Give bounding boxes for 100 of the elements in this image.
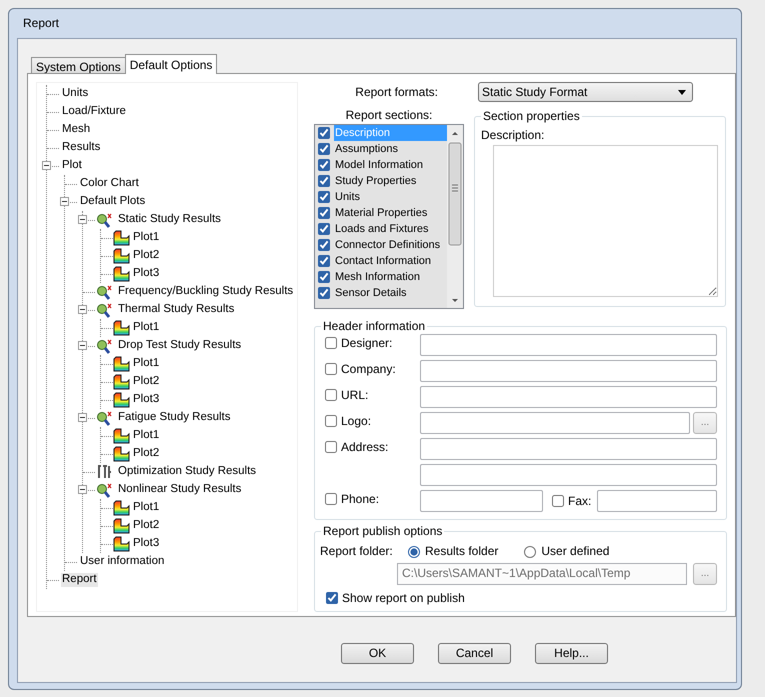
field-label: Phone: <box>341 492 380 507</box>
text-field[interactable] <box>420 360 717 382</box>
text-field[interactable] <box>420 412 690 434</box>
checkbox[interactable] <box>326 592 338 604</box>
tab[interactable]: System Options <box>31 57 126 74</box>
collapse-toggle[interactable] <box>78 215 87 224</box>
collapse-toggle[interactable] <box>78 485 87 494</box>
plot-icon <box>113 266 130 282</box>
browse-button[interactable]: ... <box>693 412 717 434</box>
text-field[interactable] <box>420 386 717 408</box>
list-item[interactable]: Study Properties <box>334 173 447 190</box>
checkbox[interactable] <box>318 207 330 220</box>
radio-button[interactable] <box>408 546 420 558</box>
checkbox[interactable] <box>318 175 330 188</box>
tree-item[interactable]: Plot1 <box>132 501 160 515</box>
caret-icon <box>678 90 686 94</box>
tree-item[interactable]: Plot <box>61 159 83 173</box>
tree-item[interactable]: Results <box>61 141 102 155</box>
sections-listbox[interactable]: Description Assumptions Model Information Study Properties Units Material Properties Loads and Fixtures Connector Definitions Contact Information Mesh Information Sensor Details <box>314 124 464 310</box>
tree-item[interactable]: Plot3 <box>132 537 160 551</box>
checkbox[interactable] <box>325 363 337 376</box>
field-label: Address: <box>341 440 388 455</box>
checkbox[interactable] <box>318 287 330 300</box>
tree-item[interactable]: Thermal Study Results <box>117 303 236 317</box>
tree-item[interactable]: Report <box>61 573 98 587</box>
browse-button[interactable]: ... <box>693 562 717 585</box>
checkbox[interactable] <box>325 493 337 506</box>
checkbox[interactable] <box>325 389 337 402</box>
list-item[interactable]: Connector Definitions <box>334 237 447 254</box>
tree-item[interactable]: Frequency/Buckling Study Results <box>117 285 294 299</box>
dialog-button[interactable]: OK <box>341 643 414 664</box>
tree-item[interactable]: Mesh <box>61 123 92 137</box>
tree-item[interactable]: Plot2 <box>132 375 160 389</box>
list-item[interactable]: Sensor Details <box>334 285 447 302</box>
radio-label: Results folder <box>425 544 498 559</box>
collapse-toggle[interactable] <box>78 413 87 422</box>
collapse-toggle[interactable] <box>60 197 69 206</box>
tree-item[interactable]: Plot2 <box>132 519 160 533</box>
collapse-toggle[interactable] <box>42 161 51 170</box>
checkbox[interactable] <box>318 191 330 204</box>
checkbox[interactable] <box>318 127 330 140</box>
dialog-button[interactable]: Cancel <box>438 643 511 664</box>
format-dropdown[interactable]: Static Study Format <box>478 82 693 102</box>
list-item[interactable]: Assumptions <box>334 141 447 158</box>
tree-item[interactable]: Optimization Study Results <box>117 465 258 479</box>
plot-icon <box>113 356 130 372</box>
checkbox[interactable] <box>325 441 337 454</box>
checkbox[interactable] <box>318 271 330 284</box>
radio-button[interactable] <box>524 546 536 558</box>
tree-item[interactable]: Plot1 <box>132 231 160 245</box>
field-label: Show report on publish <box>342 590 465 606</box>
tree-item[interactable]: Plot1 <box>132 357 160 371</box>
list-item[interactable]: Mesh Information <box>334 269 447 286</box>
field-label: Report sections: <box>346 108 432 122</box>
text-field[interactable] <box>420 334 717 356</box>
tree-item[interactable]: Load/Fixture <box>61 105 127 119</box>
tab[interactable]: Default Options <box>124 54 218 74</box>
field-label: Report formats: <box>354 84 438 100</box>
checkbox[interactable] <box>318 223 330 236</box>
field-label: Logo: <box>341 414 372 429</box>
tree-item[interactable]: Plot2 <box>132 447 160 461</box>
dialog-button[interactable]: Help... <box>535 643 608 664</box>
text-field[interactable] <box>420 464 717 486</box>
field-label: Designer: <box>341 336 392 351</box>
checkbox[interactable] <box>552 495 564 508</box>
text-field[interactable] <box>420 490 543 512</box>
checkbox[interactable] <box>318 255 330 268</box>
plot-icon <box>113 248 130 264</box>
list-item[interactable]: Model Information <box>334 157 447 174</box>
text-field[interactable] <box>597 490 717 512</box>
field-label: Company: <box>341 362 396 377</box>
checkbox[interactable] <box>325 337 337 350</box>
text-field[interactable] <box>420 438 717 460</box>
field-label: Report folder: <box>320 544 394 559</box>
tree-item[interactable]: Units <box>61 87 90 101</box>
description-field[interactable] <box>493 145 718 298</box>
tree-item[interactable]: Drop Test Study Results <box>117 339 242 353</box>
tree-item[interactable]: Plot2 <box>132 249 160 263</box>
tree-item[interactable]: Plot3 <box>132 393 160 407</box>
tree-item[interactable]: Color Chart <box>79 177 140 191</box>
list-item[interactable]: Units <box>334 189 447 206</box>
collapse-toggle[interactable] <box>78 305 87 314</box>
plot-icon <box>113 518 130 534</box>
tree-item[interactable]: Default Plots <box>79 195 146 209</box>
list-item[interactable]: Material Properties <box>334 205 447 222</box>
tree-item[interactable]: User information <box>79 555 166 569</box>
tree-item[interactable]: Plot3 <box>132 267 160 281</box>
checkbox[interactable] <box>325 415 337 428</box>
list-item[interactable]: Loads and Fixtures <box>334 221 447 238</box>
tree-item[interactable]: Nonlinear Study Results <box>117 483 242 497</box>
list-item[interactable]: Contact Information <box>334 253 447 270</box>
plot-icon <box>113 374 130 390</box>
collapse-toggle[interactable] <box>78 341 87 350</box>
tree-item[interactable]: Plot1 <box>132 429 160 443</box>
tree-item[interactable]: Plot1 <box>132 321 160 335</box>
tree-item[interactable]: Fatigue Study Results <box>117 411 232 425</box>
tree-item[interactable]: Static Study Results <box>117 213 222 227</box>
checkbox[interactable] <box>318 239 330 252</box>
checkbox[interactable] <box>318 159 330 172</box>
checkbox[interactable] <box>318 143 330 156</box>
